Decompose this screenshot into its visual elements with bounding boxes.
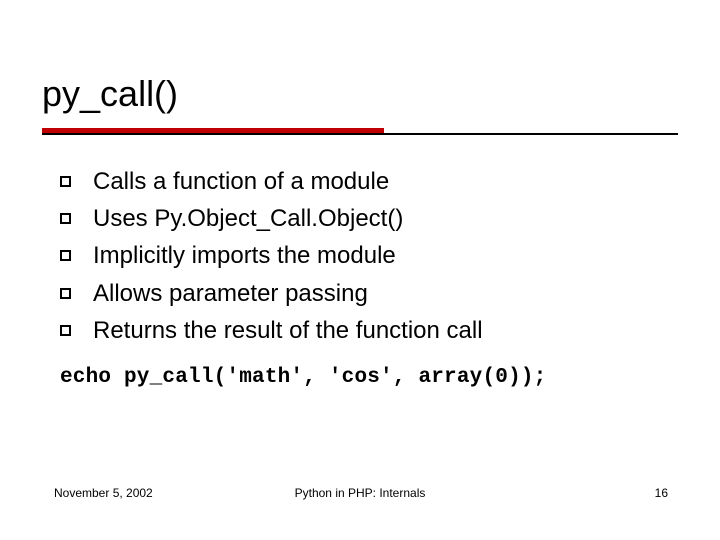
list-item: Calls a function of a module (60, 166, 680, 197)
bullet-text: Calls a function of a module (93, 166, 389, 197)
footer-page-number: 16 (655, 486, 668, 500)
title-block: py_call() (42, 74, 678, 114)
bullet-text: Uses Py.Object_Call.Object() (93, 203, 403, 234)
title-underline-thin (42, 133, 678, 135)
code-sample: echo py_call('math', 'cos', array(0)); (60, 366, 546, 389)
footer-title: Python in PHP: Internals (0, 486, 720, 500)
footer: November 5, 2002 Python in PHP: Internal… (0, 486, 720, 506)
square-bullet-icon (60, 250, 71, 261)
slide-title: py_call() (42, 74, 678, 114)
bullet-list: Calls a function of a module Uses Py.Obj… (60, 166, 680, 346)
list-item: Uses Py.Object_Call.Object() (60, 203, 680, 234)
content-area: Calls a function of a module Uses Py.Obj… (60, 166, 680, 352)
bullet-text: Returns the result of the function call (93, 315, 483, 346)
list-item: Allows parameter passing (60, 278, 680, 309)
list-item: Returns the result of the function call (60, 315, 680, 346)
slide: py_call() Calls a function of a module U… (0, 0, 720, 540)
square-bullet-icon (60, 176, 71, 187)
bullet-text: Allows parameter passing (93, 278, 368, 309)
square-bullet-icon (60, 288, 71, 299)
bullet-text: Implicitly imports the module (93, 240, 396, 271)
square-bullet-icon (60, 325, 71, 336)
list-item: Implicitly imports the module (60, 240, 680, 271)
square-bullet-icon (60, 213, 71, 224)
